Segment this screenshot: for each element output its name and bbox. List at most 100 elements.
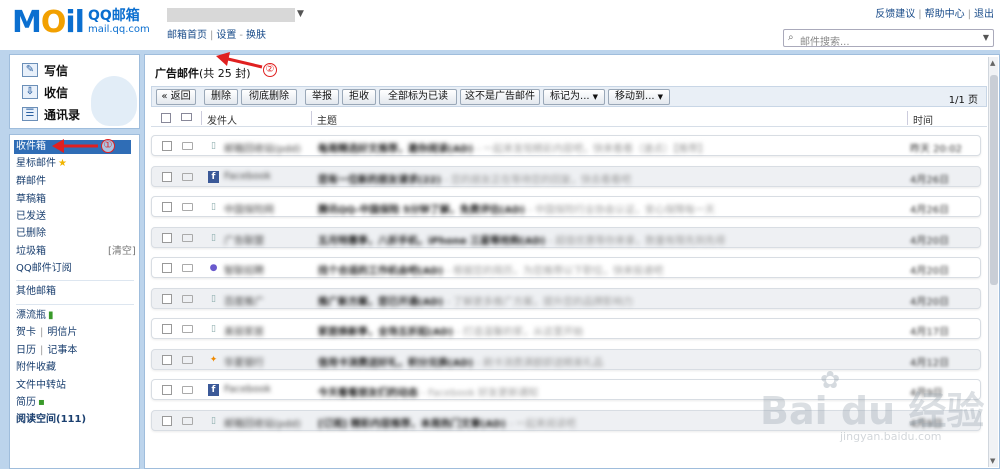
sidebar-divider [16,280,134,281]
reject-button[interactable]: 拒收 [342,89,376,105]
mail-time: 4月20日 [910,235,950,247]
mail-sender[interactable]: 美丽家居 [224,323,264,338]
mail-row[interactable]: ▯ 邮箱回收站(pdd) 每周精选好文推荐，邀你阅读(AD) - 一起来发现精彩内容… [151,135,981,156]
permanent-delete-button[interactable]: 彻底删除 [241,89,297,105]
sidebar-item-subscriptions[interactable]: QQ邮件订阅 [16,262,72,276]
mailbox-home-link[interactable]: 邮箱首页 [167,30,207,41]
mail-row[interactable]: ▯ 美丽家居 家居焕新季，全场五折起(AD) - 打造温馨的家，从这里开始 4月17日 [151,318,981,339]
not-ad-button[interactable]: 这不是广告邮件 [460,89,540,105]
select-all-checkbox[interactable] [161,113,171,123]
envelope-icon [182,264,193,272]
mail-row[interactable]: ▯ 百度推广 推广新方案，您已开通(AD) - 了解更多推广方案，提升您的品牌影响力… [151,287,981,309]
row-checkbox[interactable] [162,141,172,151]
settings-link[interactable]: 设置 [216,30,236,41]
sidebar-item-drafts[interactable]: 草稿箱 [16,193,46,207]
receive-mail-button[interactable]: ⇩ 收信 [22,82,68,102]
row-checkbox[interactable] [162,263,172,273]
sidebar-item-drift-bottle[interactable]: 漂流瓶 ▮ [16,309,54,323]
mail-subject[interactable]: 每周精选好文推荐，邀你阅读(AD) - 一起来发现精彩内容吧，快来看看（速点）【… [318,140,898,155]
mail-sender[interactable]: 广告联盟 [224,232,264,247]
sidebar-item-trash[interactable]: 垃圾箱 [清空] [16,245,136,259]
sidebar-item-resume[interactable]: 简历 ▪ [16,396,45,410]
sidebar-item-file-transfer[interactable]: 文件中转站 [16,379,66,393]
sidebar-item-attachments[interactable]: 附件收藏 [16,361,56,375]
row-checkbox[interactable] [162,415,172,426]
account-name-redacted[interactable] [167,8,295,22]
annotation-number-2: ② [263,63,277,77]
baidu-jingyan-watermark: ✿ Bai du 经验 jingyan.baidu.com [760,366,985,443]
account-dropdown-icon[interactable]: ▼ [297,9,304,19]
row-checkbox[interactable] [162,324,172,334]
mail-sender[interactable]: 邮箱回收站(pdd) [224,140,301,155]
scroll-down-icon[interactable]: ▼ [990,457,995,465]
mail-time: 4月20日 [910,266,950,277]
sidebar-item-reading-space[interactable]: 阅读空间(111) [16,413,86,427]
mail-search-input[interactable]: ⌕ 邮件搜索... ▼ [783,29,994,48]
subject-column-header[interactable]: 主题 [317,112,337,127]
feedback-link[interactable]: 反馈建议 [875,9,915,20]
mail-sender[interactable]: 邮箱回收站(pdd) [224,415,301,430]
mail-sender[interactable]: 华夏银行 [224,354,264,369]
qq-mail-logo[interactable]: MOil QQ邮箱 mail.qq.com [12,8,150,38]
mail-time: 4月20日 [910,296,950,308]
calendar-link[interactable]: 日历 [16,345,36,356]
sidebar-item-group-mail[interactable]: 群邮件 [16,175,46,189]
move-to-dropdown[interactable]: 移动到... ▼ [608,89,670,105]
mail-row[interactable]: f Facebook 您有一位新的朋友请求(22) - 您的朋友正在等待您的回复，快… [151,165,981,187]
delete-button[interactable]: 删除 [204,89,238,105]
empty-trash-link[interactable]: [清空] [108,245,136,259]
sidebar-item-starred[interactable]: 星标邮件 ★ [16,157,67,171]
mail-subject[interactable]: 推广新方案，您已开通(AD) - 了解更多推广方案，提升您的品牌影响力 [318,293,898,308]
search-icon: ⌕ [788,32,794,43]
mail-row[interactable]: ▯ 中国保险网 腾讯QQ-中国保险 5分钟了解，免费评估(AD) - 中国保险行业协… [151,196,981,217]
sidebar-item-sent[interactable]: 已发送 [16,210,46,224]
mail-subject[interactable]: 您有一位新的朋友请求(22) - 您的朋友正在等待您的回复，快去看看吧 [318,171,898,186]
help-center-link[interactable]: 帮助中心 [925,9,965,20]
column-separator [201,111,202,125]
mark-as-dropdown[interactable]: 标记为... ▼ [543,89,605,105]
mail-sender[interactable]: 中国保险网 [224,201,274,216]
mail-sender[interactable]: Facebook [224,384,271,395]
sidebar-item-other-mailbox[interactable]: 其他邮箱 [16,285,56,299]
mail-subject[interactable]: 家居焕新季，全场五折起(AD) - 打造温馨的家，从这里开始 [318,323,898,338]
logout-link[interactable]: 退出 [974,9,994,20]
mail-subject[interactable]: 找个合适的工作机会吧(AD) - 根据您的简历，为您推荐以下职位，快来投递吧 [318,262,898,277]
mail-sender[interactable]: 百度推广 [224,293,264,308]
doc-icon: ▯ [211,415,216,426]
mail-subject[interactable]: 腾讯QQ-中国保险 5分钟了解，免费评估(AD) - 中国保险行业协会认证，安心… [318,201,898,216]
mail-time: 4月26日 [910,174,950,186]
row-checkbox[interactable] [162,385,172,395]
greeting-card-link[interactable]: 贺卡 [16,327,36,338]
mail-row[interactable]: ✦ 华夏银行 信用卡消费送好礼，积分兑换(AD) - 刷卡消费满额即送精美礼品 4月1… [151,348,981,370]
sidebar-folders: 收件箱 星标邮件 ★ 群邮件 草稿箱 已发送 已删除 垃圾箱 [清空] QQ邮件订阅… [9,134,140,469]
bottle-icon: ▮ [48,310,54,321]
report-spam-button[interactable]: 举报 [305,89,339,105]
mail-sender[interactable]: 智联招聘 [224,262,264,277]
postcard-link[interactable]: 明信片 [47,327,77,338]
row-checkbox[interactable] [162,171,172,182]
back-button[interactable]: « 返回 [156,89,196,105]
sidebar-item-deleted[interactable]: 已删除 [16,227,46,241]
mail-row[interactable]: ● 智联招聘 找个合适的工作机会吧(AD) - 根据您的简历，为您推荐以下职位，快来… [151,257,981,278]
mail-subject[interactable]: 五月特惠季，八折手机，iPhone 三星等抢购(AD) - 超值优惠等你来拿，数… [318,232,898,247]
sender-column-header[interactable]: 发件人 [207,112,237,127]
mail-sender[interactable]: Facebook [224,171,271,182]
change-skin-link[interactable]: 换肤 [246,30,266,41]
mail-subject[interactable]: 信用卡消费送好礼，积分兑换(AD) - 刷卡消费满额即送精美礼品 [318,354,898,369]
row-checkbox[interactable] [162,232,172,243]
mail-row[interactable]: ▯ 广告联盟 五月特惠季，八折手机，iPhone 三星等抢购(AD) - 超值优惠等… [151,226,981,248]
annotation-number-1: ① [101,139,115,153]
envelope-icon [182,294,193,303]
time-column-header[interactable]: 时间 [913,112,933,127]
logo-wordmark: MOil [12,5,85,40]
scrollbar-thumb[interactable] [990,75,998,285]
mark-all-read-button[interactable]: 全部标为已读 [379,89,457,105]
notes-link[interactable]: 记事本 [47,345,77,356]
row-checkbox[interactable] [162,293,172,304]
compose-button[interactable]: ✎ 写信 [22,60,68,80]
contacts-button[interactable]: ☰ 通讯录 [22,104,80,124]
row-checkbox[interactable] [162,354,172,365]
scroll-up-icon[interactable]: ▲ [990,59,995,67]
row-checkbox[interactable] [162,202,172,212]
search-dropdown-icon[interactable]: ▼ [983,33,989,42]
